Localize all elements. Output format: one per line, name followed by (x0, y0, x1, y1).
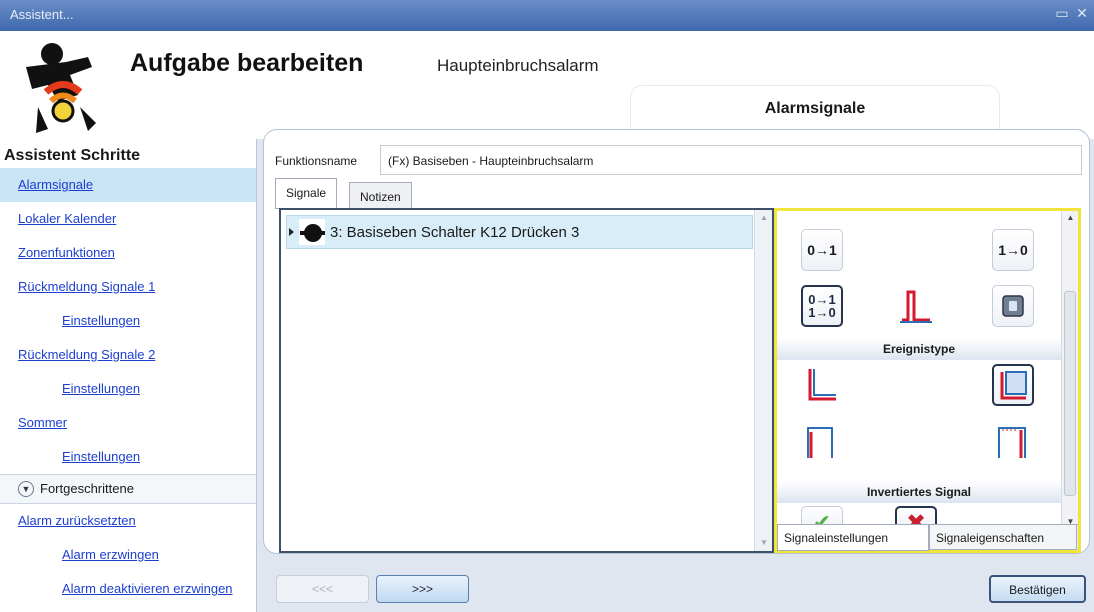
confirm-button[interactable]: Bestätigen (989, 575, 1086, 603)
sidebar-item-sommer[interactable]: Sommer (0, 406, 256, 440)
signal-type-1-button[interactable] (801, 364, 843, 406)
pulse-type-button[interactable] (895, 285, 937, 327)
signal-type-4-button[interactable] (992, 421, 1034, 463)
signal-type-3-button[interactable] (801, 421, 843, 463)
pulse-signal-icon (900, 290, 932, 323)
window-controls: ▭ ✕ (1054, 5, 1090, 21)
both-edges-bottom-label: 1→0 (808, 305, 836, 320)
wizard-steps-sidebar: Assistent Schritte Alarmsignale Lokaler … (0, 139, 257, 612)
signal-settings-panel: 0→1 1→0 0→1 1→0 Ereignistype Invertierte… (774, 208, 1081, 553)
window-title: Assistent... (10, 7, 74, 22)
scroll-up-icon[interactable]: ▲ (1062, 213, 1079, 222)
sidebar-item-alarm-force[interactable]: Alarm erzwingen (0, 538, 256, 572)
rising-edge-icon: 0→1 (807, 242, 837, 258)
current-step-tab: Alarmsignale (630, 85, 1000, 131)
level-low-icon (1000, 371, 1027, 400)
sidebar-item-lokaler-kalender[interactable]: Lokaler Kalender (0, 202, 256, 236)
event-type-section: Ereignistype (777, 338, 1061, 360)
scroll-up-icon[interactable]: ▲ (755, 210, 773, 226)
sidebar-item-rueckmeldung-1[interactable]: Rückmeldung Signale 1 (0, 270, 256, 304)
task-name: Haupteinbruchsalarm (437, 56, 599, 75)
sidebar-item-rueckmeldung-2[interactable]: Rückmeldung Signale 2 (0, 338, 256, 372)
falling-edge-icon: 1→0 (998, 242, 1028, 258)
signal-list-scrollbar[interactable]: ▲ ▼ (754, 210, 772, 551)
tab-signaleigenschaften[interactable]: Signaleigenschaften (929, 525, 1077, 550)
sidebar-group-label: Fortgeschrittene (40, 481, 134, 496)
tab-signaleinstellungen[interactable]: Signaleinstellungen (777, 525, 929, 551)
signal-list[interactable]: 3: Basiseben Schalter K12 Drücken 3 ▲ ▼ (279, 208, 774, 553)
sidebar-item-alarmsignale[interactable]: Alarmsignale (0, 168, 256, 202)
sidebar-group-advanced[interactable]: ▼ Fortgeschrittene (0, 474, 256, 504)
sidebar-item-alarm-reset[interactable]: Alarm zurücksetzten (0, 504, 256, 538)
toggle-type-button[interactable] (992, 285, 1034, 327)
wizard-header: Aufgabe bearbeiten Haupteinbruchsalarm A… (0, 31, 1094, 139)
burglar-alarm-logo (26, 43, 96, 133)
sidebar-item-einstellungen-2[interactable]: Einstellungen (0, 372, 256, 406)
function-name-label: Funktionsname (275, 154, 358, 168)
sidebar-item-alarm-disable-force[interactable]: Alarm deaktivieren erzwingen (0, 572, 256, 606)
function-name-field[interactable]: (Fx) Basiseben - Haupteinbruchsalarm (380, 145, 1082, 175)
signal-label: 3: Basiseben Schalter K12 Drücken 3 (330, 223, 580, 241)
scrollbar-thumb[interactable] (1064, 291, 1076, 496)
falling-edge-button[interactable]: 1→0 (992, 229, 1034, 271)
both-edges-button[interactable]: 0→1 1→0 (801, 285, 843, 327)
sidebar-item-einstellungen-1[interactable]: Einstellungen (0, 304, 256, 338)
wizard-title: Aufgabe bearbeiten (130, 49, 364, 77)
window-titlebar: Assistent... ▭ ✕ (0, 0, 1094, 31)
sidebar-heading: Assistent Schritte (4, 147, 141, 164)
rising-edge-button[interactable]: 0→1 (801, 229, 843, 271)
close-icon[interactable]: ✕ (1074, 5, 1090, 21)
tab-signale[interactable]: Signale (275, 178, 338, 208)
square-pulse-icon (807, 427, 833, 458)
signal-list-row[interactable]: 3: Basiseben Schalter K12 Drücken 3 (286, 215, 753, 249)
main-content-panel: Funktionsname (Fx) Basiseben - Haupteinb… (263, 129, 1090, 554)
delayed-pulse-icon (998, 427, 1026, 458)
previous-button[interactable]: <<< (276, 575, 369, 603)
push-button-signal-icon (299, 219, 325, 245)
chevron-down-icon[interactable]: ▼ (18, 481, 34, 497)
toggle-switch-icon (1002, 295, 1024, 317)
sidebar-item-zonenfunktionen[interactable]: Zonenfunktionen (0, 236, 256, 270)
settings-tabs: Signaleinstellungen Signaleigenschaften (777, 524, 1078, 551)
scroll-down-icon[interactable]: ▼ (755, 535, 773, 551)
signal-type-2-button[interactable] (992, 364, 1034, 406)
inverted-signal-section: Invertiertes Signal (777, 481, 1061, 503)
settings-scrollbar[interactable]: ▲ ▼ (1061, 211, 1078, 528)
next-button[interactable]: >>> (376, 575, 469, 603)
restore-icon[interactable]: ▭ (1054, 5, 1070, 21)
sidebar-item-einstellungen-3[interactable]: Einstellungen (0, 440, 256, 474)
tab-notizen[interactable]: Notizen (349, 182, 412, 209)
level-high-icon (808, 369, 836, 401)
both-edges-icon: 0→1 1→0 (808, 293, 835, 319)
expand-arrow-icon[interactable] (289, 228, 294, 236)
